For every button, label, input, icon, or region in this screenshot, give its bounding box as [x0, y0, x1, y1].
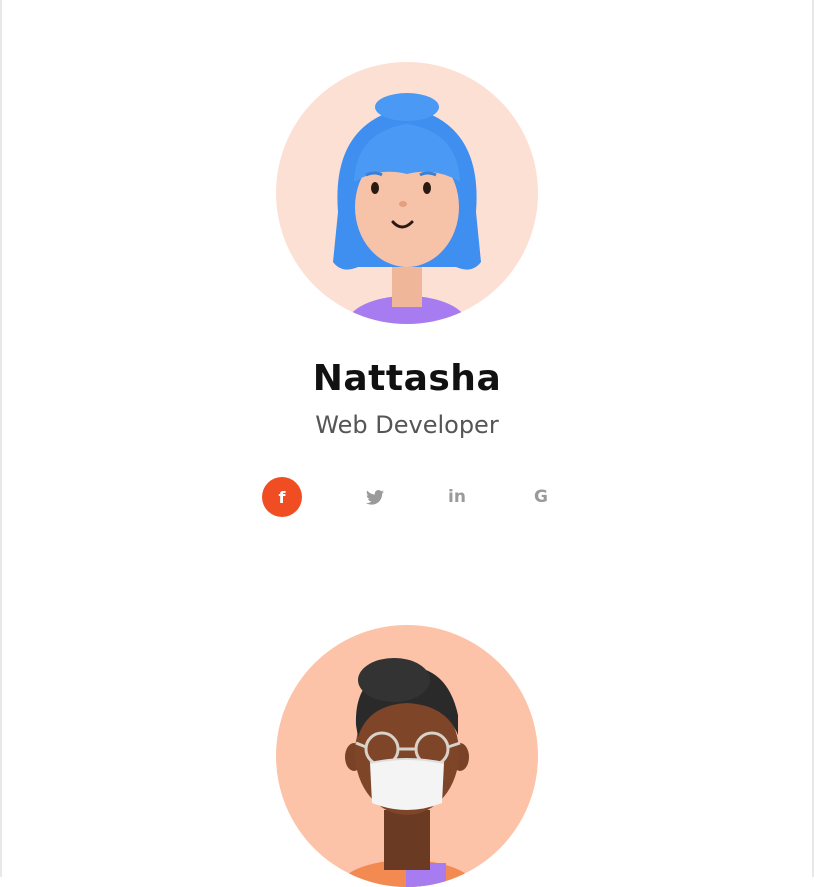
linkedin-icon: in [448, 487, 466, 507]
google-icon: G [534, 487, 548, 507]
member-role: Web Developer [315, 411, 499, 439]
facebook-link[interactable]: f [262, 477, 302, 517]
avatar [276, 625, 538, 887]
linkedin-link[interactable]: in [437, 477, 477, 517]
avatar-illustration-man-mask [276, 625, 538, 887]
facebook-icon: f [278, 487, 286, 507]
social-links: f in G [0, 477, 814, 521]
team-member-card: Nattasha Web Developer f in G [0, 62, 814, 521]
twitter-link[interactable] [355, 477, 395, 517]
member-name: Nattasha [312, 358, 502, 399]
avatar [276, 62, 538, 324]
team-member-card [0, 625, 814, 887]
avatar-illustration-woman [276, 62, 538, 324]
google-link[interactable]: G [521, 477, 561, 517]
twitter-icon [366, 489, 384, 505]
